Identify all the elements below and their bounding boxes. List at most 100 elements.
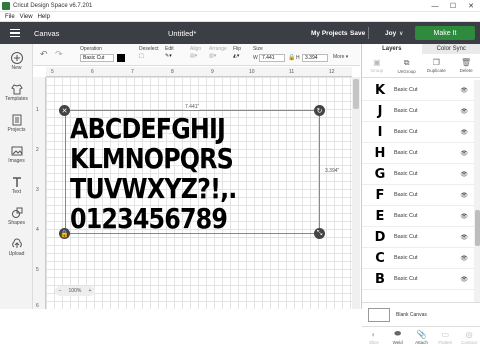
delete-button[interactable]: 🗑 Delete (451, 54, 480, 77)
redo-icon[interactable]: ↷ (55, 49, 63, 60)
layer-item[interactable]: IBasic Cut👁 (362, 122, 474, 143)
minimize-button[interactable]: — (426, 0, 444, 12)
duplicate-button[interactable]: ❐ Duplicate (422, 54, 452, 77)
ruler-tick: 3 (36, 187, 39, 193)
slice-button[interactable]: ◐Slice (362, 327, 386, 347)
sidebar-item-text[interactable]: Text (0, 176, 33, 195)
edit-button[interactable]: Edit ✎▾ (165, 46, 174, 52)
sidebar-item-images[interactable]: Images (0, 145, 33, 164)
zoom-in-button[interactable]: + (88, 288, 91, 294)
menu-help[interactable]: Help (38, 14, 50, 20)
layer-item[interactable]: FBasic Cut👁 (362, 185, 474, 206)
text-row-2[interactable]: KLMNOPQRS (70, 143, 262, 173)
window-controls: — ☐ ✕ (426, 0, 480, 12)
align-icon: ▤▾ (190, 53, 197, 59)
blank-canvas-row[interactable]: Blank Canvas (362, 302, 480, 326)
text-row-4[interactable]: 0123456789 (70, 203, 255, 233)
action-label: Duplicate (427, 68, 446, 73)
layer-item[interactable]: KBasic Cut👁 (362, 80, 474, 101)
resize-handle-icon[interactable]: ⤡ (314, 228, 325, 239)
layer-thumbnail: I (372, 124, 388, 140)
layer-item[interactable]: C Basic Cut 👁 (362, 248, 474, 269)
more-button[interactable]: More ▾ (333, 54, 348, 60)
tab-color-sync[interactable]: Color Sync (422, 44, 480, 54)
projects-icon (10, 114, 24, 126)
layer-item[interactable]: HBasic Cut👁 (362, 143, 474, 164)
layer-thumbnail: F (372, 187, 388, 203)
zoom-out-button[interactable]: – (59, 288, 62, 294)
make-it-button[interactable]: Make It (415, 26, 475, 40)
arrange-button[interactable]: Arrange ▥▾ (209, 46, 227, 52)
sidebar-item-projects[interactable]: Projects (0, 114, 33, 133)
size-w-prefix: W (253, 55, 258, 61)
close-window-button[interactable]: ✕ (462, 0, 480, 12)
ungroup-button[interactable]: ⧉ UnGroup (392, 54, 422, 77)
eye-icon[interactable]: 👁 (460, 150, 468, 157)
contour-button[interactable]: ◎Contour (457, 327, 480, 347)
scroll-thumb[interactable] (475, 210, 480, 246)
layers-scrollbar[interactable] (474, 80, 480, 302)
glyph-row: KLMNOPQRS (70, 145, 233, 173)
eye-icon[interactable]: 👁 (460, 234, 468, 241)
eye-icon[interactable]: 👁 (460, 255, 468, 262)
sidebar-item-shapes[interactable]: Shapes (0, 207, 33, 226)
sidebar-item-upload[interactable]: Upload (0, 238, 33, 257)
scroll-thumb[interactable] (353, 79, 359, 109)
eye-icon[interactable]: 👁 (460, 213, 468, 220)
ruler-tick: 5 (51, 69, 54, 75)
sidebar-item-new[interactable]: New (0, 52, 33, 71)
layer-item[interactable]: JBasic Cut👁 (362, 101, 474, 122)
chevron-down-icon[interactable]: ∨ (399, 30, 403, 37)
blank-canvas-swatch[interactable] (368, 308, 390, 322)
sidebar-item-templates[interactable]: Templates (0, 83, 33, 102)
flatten-button[interactable]: ▭Flatten (433, 327, 457, 347)
group-button[interactable]: ▣ Group (362, 54, 392, 77)
my-projects-link[interactable]: My Projects (311, 30, 348, 37)
menu-file[interactable]: File (5, 14, 15, 20)
lock-icon[interactable]: 🔒 (288, 54, 295, 61)
flip-button[interactable]: Flip ◭▾ (233, 46, 241, 52)
delete-handle-icon[interactable]: ✕ (59, 105, 70, 116)
layer-item[interactable]: EBasic Cut👁 (362, 206, 474, 227)
sidebar-label: New (11, 65, 21, 71)
attach-button[interactable]: 📎Attach (410, 327, 434, 347)
size-label: Size (253, 46, 263, 52)
layer-thumbnail: C (372, 250, 388, 266)
layer-thumbnail: K (372, 82, 388, 98)
align-button[interactable]: Align ▤▾ (190, 46, 201, 52)
document-title[interactable]: Untitled* (168, 29, 196, 38)
maximize-button[interactable]: ☐ (444, 0, 462, 12)
layer-item[interactable]: BBasic Cut👁 (362, 269, 474, 290)
layer-item[interactable]: DBasic Cut👁 (362, 227, 474, 248)
canvas-vertical-scrollbar[interactable] (352, 77, 360, 309)
text-row-3[interactable]: TUVWXYZ?!,. (70, 173, 266, 203)
eye-icon[interactable]: 👁 (460, 129, 468, 136)
ruler-tick: 12 (329, 69, 335, 75)
hamburger-menu-icon[interactable] (0, 22, 30, 44)
deselect-button[interactable]: Deselect ⬚ (139, 46, 158, 52)
layer-item[interactable]: GBasic Cut👁 (362, 164, 474, 185)
undo-icon[interactable]: ↶ (40, 49, 48, 60)
sidebar-label: Templates (5, 96, 28, 102)
eye-icon[interactable]: 👁 (460, 87, 468, 94)
action-label: Attach (415, 340, 428, 345)
lock-handle-icon[interactable]: 🔒 (59, 228, 70, 239)
align-label: Align (190, 46, 201, 52)
user-menu[interactable]: Joy (385, 30, 396, 37)
color-swatch[interactable] (117, 54, 125, 62)
header-divider (368, 27, 369, 39)
rotate-handle-icon[interactable]: ↻ (314, 105, 325, 116)
layer-label: Basic Cut (394, 255, 418, 261)
eye-icon[interactable]: 👁 (460, 171, 468, 178)
weld-button[interactable]: ⬬Weld (386, 327, 410, 347)
eye-icon[interactable]: 👁 (460, 192, 468, 199)
tab-layers[interactable]: Layers (362, 44, 422, 54)
operation-select[interactable]: Basic Cut (80, 54, 114, 62)
text-row-1[interactable]: ABCDEFGHIJ (70, 113, 252, 143)
eye-icon[interactable]: 👁 (460, 276, 468, 283)
eye-icon[interactable]: 👁 (460, 108, 468, 115)
width-field[interactable]: 7.441 (259, 54, 285, 62)
menu-view[interactable]: View (20, 14, 33, 20)
height-field[interactable]: 3.394 (302, 54, 328, 62)
save-button[interactable]: Save (350, 30, 365, 37)
